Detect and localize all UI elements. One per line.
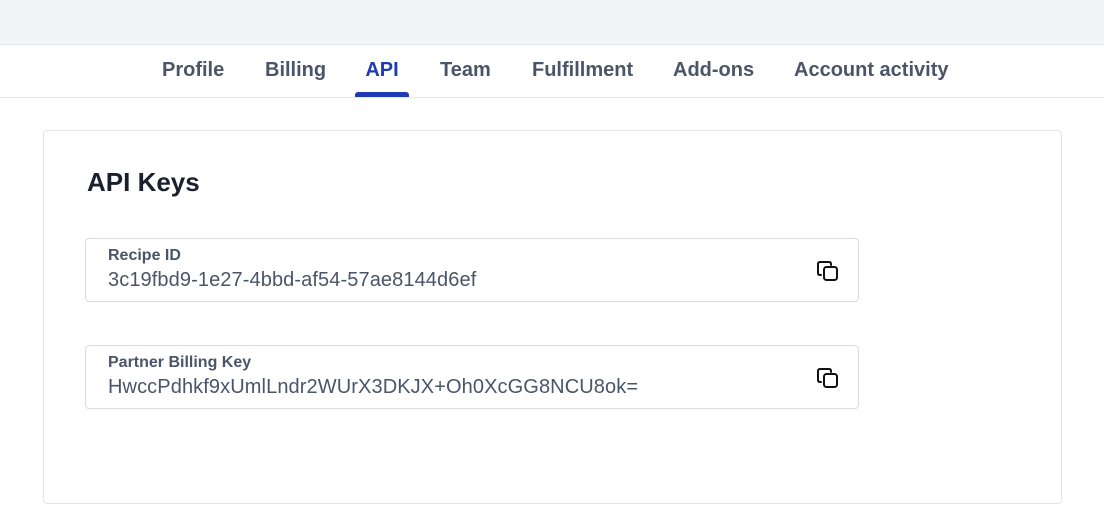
- tab-team[interactable]: Team: [440, 45, 491, 97]
- partner-billing-key-field: Partner Billing Key HwccPdhkf9xUmlLndr2W…: [85, 345, 859, 409]
- copy-recipe-id-button[interactable]: [814, 257, 842, 285]
- field-value[interactable]: 3c19fbd9-1e27-4bbd-af54-57ae8144d6ef: [108, 269, 476, 292]
- tab-label: API: [365, 59, 399, 81]
- tab-fulfillment[interactable]: Fulfillment: [532, 45, 633, 97]
- top-header-bar: [0, 0, 1104, 45]
- card-title: API Keys: [87, 167, 200, 197]
- tab-api[interactable]: API: [355, 45, 409, 97]
- api-keys-card: API Keys Recipe ID 3c19fbd9-1e27-4bbd-af…: [43, 130, 1062, 504]
- tab-label: Team: [440, 59, 491, 81]
- field-label: Partner Billing Key: [108, 354, 252, 371]
- field-label: Recipe ID: [108, 247, 181, 264]
- tab-profile[interactable]: Profile: [162, 45, 224, 97]
- tab-label: Profile: [162, 59, 225, 81]
- tab-add-ons[interactable]: Add-ons: [673, 45, 754, 97]
- recipe-id-field: Recipe ID 3c19fbd9-1e27-4bbd-af54-57ae81…: [85, 238, 859, 302]
- tab-account-activity[interactable]: Account activity: [794, 45, 948, 97]
- active-tab-indicator: [355, 92, 409, 97]
- tab-label: Fulfillment: [532, 59, 634, 81]
- settings-tab-bar: Profile Billing API Team Fulfillment Add…: [0, 45, 1104, 98]
- tab-label: Add-ons: [673, 59, 755, 81]
- copy-partner-billing-key-button[interactable]: [814, 364, 842, 392]
- tab-label: Billing: [265, 59, 327, 81]
- tab-label: Account activity: [794, 59, 949, 81]
- copy-icon: [817, 368, 838, 388]
- tab-billing[interactable]: Billing: [265, 45, 326, 97]
- field-value[interactable]: HwccPdhkf9xUmlLndr2WUrX3DKJX+Oh0XcGG8NCU…: [108, 376, 638, 399]
- copy-icon: [817, 261, 838, 281]
